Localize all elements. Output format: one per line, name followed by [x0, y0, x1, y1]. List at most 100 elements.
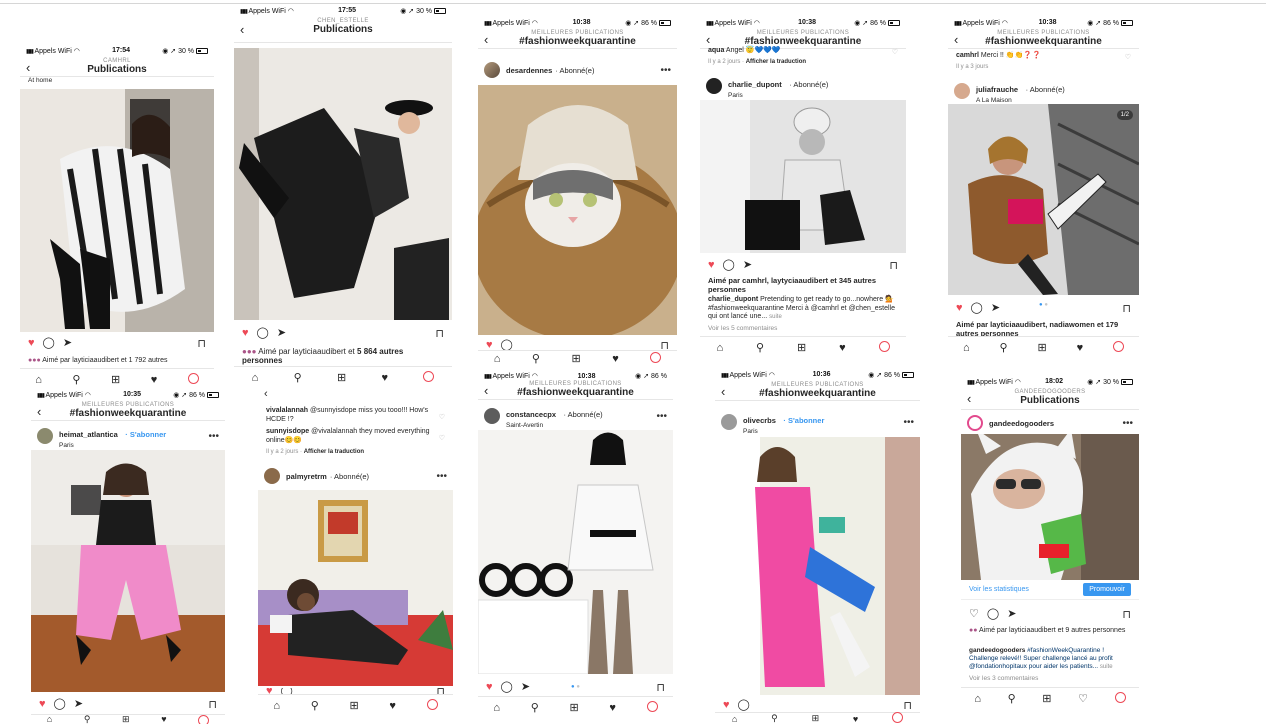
username[interactable]: charlie_dupont [728, 80, 782, 89]
heart-icon[interactable]: ♥ [708, 259, 715, 271]
activity-heart-icon[interactable]: ♡ [1078, 692, 1088, 705]
comment-like-icon[interactable]: ♡ [1125, 53, 1131, 61]
username[interactable]: olivecrbs [743, 416, 776, 425]
add-icon[interactable]: ⊞ [1037, 341, 1046, 354]
search-icon[interactable]: ⚲ [1000, 341, 1008, 354]
back-chevron-icon[interactable]: ‹ [721, 385, 725, 398]
home-icon[interactable]: ⌂ [974, 693, 981, 705]
username[interactable]: palmyretrm [286, 472, 327, 481]
heart-icon[interactable]: ♥ [242, 327, 249, 339]
add-icon[interactable]: ⊞ [571, 352, 580, 365]
back-chevron-icon[interactable]: ‹ [264, 388, 268, 400]
activity-heart-icon[interactable]: ♥ [853, 714, 858, 724]
share-icon[interactable]: ➤ [74, 698, 83, 710]
post-photo[interactable] [961, 429, 1139, 580]
search-icon[interactable]: ⚲ [531, 701, 539, 714]
back-chevron-icon[interactable]: ‹ [706, 33, 710, 46]
more-link[interactable]: suite [1100, 664, 1113, 670]
search-icon[interactable]: ⚲ [72, 373, 80, 386]
add-icon[interactable]: ⊞ [111, 373, 120, 386]
comment-like-icon[interactable]: ♡ [439, 413, 445, 421]
comment-user[interactable]: vivalalannah [266, 407, 308, 414]
profile-avatar-icon[interactable] [878, 340, 890, 355]
back-chevron-icon[interactable]: ‹ [967, 392, 971, 405]
likes-text[interactable]: Aimé par layticiaaudibert et 9 autres pe… [979, 627, 1125, 634]
post-photo[interactable] [20, 89, 214, 332]
profile-avatar-icon[interactable] [426, 698, 438, 713]
caption-user[interactable]: gandeedogooders [969, 647, 1025, 654]
translate-link[interactable]: Afficher la traduction [746, 59, 806, 65]
more-dots-icon[interactable]: ••• [660, 65, 671, 76]
comment-icon[interactable]: ◯ [257, 327, 269, 339]
heart-icon[interactable]: ♥ [28, 337, 35, 349]
post-photo[interactable] [31, 450, 225, 692]
share-icon[interactable]: ➤ [521, 681, 530, 693]
share-icon[interactable]: ➤ [991, 302, 1000, 314]
bookmark-icon[interactable]: ⊓ [903, 699, 912, 712]
home-icon[interactable]: ⌂ [273, 700, 280, 712]
likes-text[interactable]: Aimé par camhrl, laytyciaaudibert et 345… [708, 276, 898, 294]
promote-button[interactable]: Promouvoir [1083, 583, 1131, 596]
more-dots-icon[interactable]: ••• [903, 417, 914, 428]
activity-heart-icon[interactable]: ♥ [381, 372, 388, 384]
share-icon[interactable]: ➤ [1007, 608, 1016, 620]
comment-like-icon[interactable]: ♡ [892, 48, 898, 56]
comment-user[interactable]: sunnyisdope [266, 428, 309, 435]
avatar[interactable] [967, 415, 983, 431]
post-photo[interactable] [700, 100, 906, 253]
comment-icon[interactable]: ◯ [501, 339, 513, 351]
search-icon[interactable]: ⚲ [84, 715, 91, 724]
post-location[interactable]: Paris [743, 428, 824, 435]
home-icon[interactable]: ⌂ [963, 342, 970, 354]
comment-like-icon[interactable]: ♡ [439, 434, 445, 442]
search-icon[interactable]: ⚲ [311, 699, 319, 712]
back-chevron-icon[interactable]: ‹ [484, 384, 488, 397]
post-photo[interactable] [258, 490, 453, 686]
back-chevron-icon[interactable]: ‹ [484, 33, 488, 46]
home-icon[interactable]: ⌂ [35, 374, 42, 386]
profile-avatar-icon[interactable] [892, 712, 904, 724]
translate-link[interactable]: Afficher la traduction [304, 449, 364, 455]
add-icon[interactable]: ⊞ [569, 701, 578, 714]
avatar[interactable] [721, 414, 737, 430]
search-icon[interactable]: ⚲ [756, 341, 764, 354]
back-chevron-icon[interactable]: ‹ [37, 405, 41, 418]
share-icon[interactable]: ➤ [63, 337, 72, 349]
post-location[interactable]: Saint-Avertin [506, 422, 603, 429]
follow-button[interactable]: · S'abonner [783, 416, 824, 425]
comment-user[interactable]: camhrl [956, 52, 979, 59]
comment-icon[interactable]: ◯ [971, 302, 983, 314]
follow-button[interactable]: · S'abonner [125, 430, 166, 439]
bookmark-icon[interactable]: ⊓ [1122, 302, 1131, 315]
post-location[interactable]: A La Maison [976, 97, 1065, 104]
bookmark-icon[interactable]: ⊓ [208, 698, 217, 711]
home-icon[interactable]: ⌂ [494, 353, 501, 365]
more-link[interactable]: suite [769, 314, 782, 320]
username[interactable]: heimat_atlantica [59, 430, 118, 439]
post-photo[interactable]: 1/2 [948, 104, 1139, 295]
bookmark-icon[interactable]: ⊓ [656, 681, 665, 694]
activity-heart-icon[interactable]: ♥ [609, 702, 616, 714]
username[interactable]: gandeedogooders [989, 419, 1054, 428]
comment-icon[interactable]: ◯ [738, 699, 750, 711]
comment-icon[interactable]: ◯ [43, 337, 55, 349]
profile-avatar-icon[interactable] [1113, 340, 1125, 355]
activity-heart-icon[interactable]: ♥ [389, 700, 396, 712]
view-comments-link[interactable]: Voir les 5 commentaires [708, 325, 898, 334]
heart-icon[interactable]: ♥ [486, 681, 493, 693]
more-dots-icon[interactable]: ••• [1122, 418, 1133, 429]
add-icon[interactable]: ⊞ [812, 713, 820, 724]
username[interactable]: juliafrauche [976, 85, 1018, 94]
view-comments-link[interactable]: Voir les 3 commentaires [969, 675, 1131, 684]
back-chevron-icon[interactable]: ‹ [954, 33, 958, 46]
activity-heart-icon[interactable]: ♥ [151, 374, 158, 386]
more-dots-icon[interactable]: ••• [656, 411, 667, 422]
profile-avatar-icon[interactable] [187, 372, 199, 387]
activity-heart-icon[interactable]: ♥ [1077, 342, 1084, 354]
back-chevron-icon[interactable]: ‹ [26, 61, 30, 74]
search-icon[interactable]: ⚲ [771, 713, 778, 724]
back-chevron-icon[interactable]: ‹ [240, 23, 244, 36]
profile-avatar-icon[interactable] [1114, 691, 1126, 706]
bookmark-icon[interactable]: ⊓ [197, 337, 206, 350]
bookmark-icon[interactable]: ⊓ [1122, 608, 1131, 621]
